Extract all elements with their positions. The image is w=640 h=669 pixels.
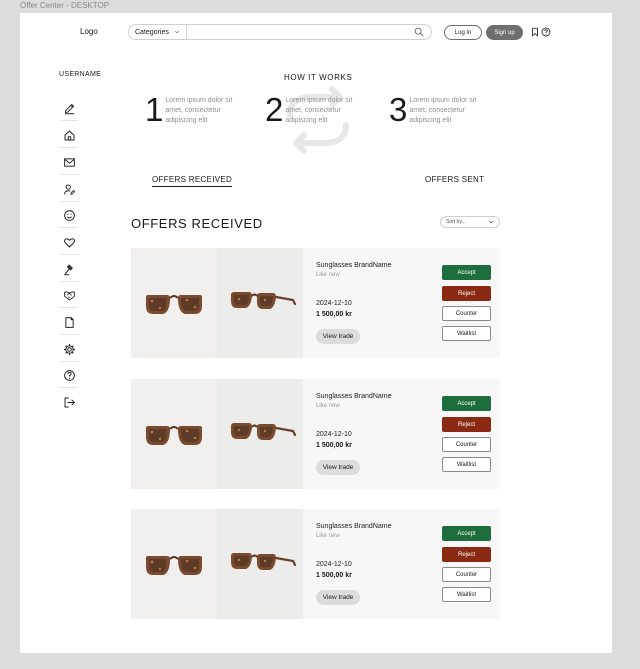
offer-price: 1 500,00 kr <box>316 572 352 579</box>
product-image-angle[interactable] <box>217 248 303 358</box>
waitlist-button[interactable]: Waitlist <box>442 326 491 341</box>
step-text: Lorem ipsum dolor sit amet, consectetur … <box>165 97 233 124</box>
user-edit-icon[interactable] <box>61 181 77 197</box>
reject-button[interactable]: Reject <box>442 417 491 432</box>
search-bar: Categories <box>128 24 432 40</box>
offer-card: Sunglasses BrandName Like new 2024-12-10… <box>131 379 500 489</box>
document-icon[interactable] <box>61 314 77 330</box>
reject-button[interactable]: Reject <box>442 286 491 301</box>
view-trade-button[interactable]: View trade <box>316 460 360 475</box>
step-text: Lorem ipsum dolor sit amet, consectetur … <box>409 97 477 124</box>
how-it-works-title: HOW IT WORKS <box>284 73 353 82</box>
product-brand[interactable]: Sunglasses BrandName <box>316 523 392 530</box>
heart-icon[interactable] <box>61 234 77 250</box>
help-icon[interactable] <box>61 367 77 383</box>
sort-dropdown[interactable]: Sort by... <box>440 216 500 228</box>
waitlist-button[interactable]: Waitlist <box>442 457 491 472</box>
waitlist-button[interactable]: Waitlist <box>442 587 491 602</box>
view-trade-button[interactable]: View trade <box>316 329 360 344</box>
product-brand[interactable]: Sunglasses BrandName <box>316 393 392 400</box>
handshake-icon[interactable] <box>61 287 77 303</box>
search-icon[interactable] <box>414 27 424 37</box>
reject-button[interactable]: Reject <box>442 547 491 562</box>
settings-icon[interactable] <box>61 341 77 357</box>
smile-icon[interactable] <box>61 207 77 223</box>
step-1: 1 Lorem ipsum dolor sit amet, consectetu… <box>145 93 247 127</box>
counter-button[interactable]: Counter <box>442 306 491 321</box>
offer-date: 2024-12-10 <box>316 561 352 568</box>
username[interactable]: USERNAME <box>59 71 101 78</box>
offer-price: 1 500,00 kr <box>316 311 352 318</box>
offer-date: 2024-12-10 <box>316 431 352 438</box>
product-condition: Like new <box>316 533 340 539</box>
offer-card: Sunglasses BrandName Like new 2024-12-10… <box>131 248 500 358</box>
login-button[interactable]: Log in <box>444 25 482 40</box>
product-condition: Like new <box>316 403 340 409</box>
view-trade-button[interactable]: View trade <box>316 590 360 605</box>
categories-label: Categories <box>135 28 169 36</box>
page-frame: Logo Categories Log in Sign up USERNAME … <box>20 13 612 653</box>
search-input[interactable] <box>187 25 414 39</box>
chevron-down-icon <box>488 220 494 224</box>
product-condition: Like new <box>316 272 340 278</box>
chevron-down-icon <box>174 30 180 34</box>
offer-card: Sunglasses BrandName Like new 2024-12-10… <box>131 509 500 619</box>
tab-offers-received[interactable]: OFFERS RECEIVED <box>152 175 233 187</box>
logout-icon[interactable] <box>61 394 77 410</box>
signup-button[interactable]: Sign up <box>486 25 523 40</box>
accept-button[interactable]: Accept <box>442 526 491 541</box>
offer-date: 2024-12-10 <box>316 300 352 307</box>
sort-label: Sort by... <box>446 219 466 225</box>
section-title: OFFERS RECEIVED <box>131 216 263 231</box>
product-image-angle[interactable] <box>217 379 303 489</box>
help-icon[interactable] <box>541 27 551 37</box>
edit-icon[interactable] <box>61 100 77 116</box>
frame-title: Offer Center - DESKTOP <box>20 1 110 10</box>
counter-button[interactable]: Counter <box>442 567 491 582</box>
logo[interactable]: Logo <box>80 27 98 36</box>
product-brand[interactable]: Sunglasses BrandName <box>316 262 392 269</box>
home-icon[interactable] <box>61 127 77 143</box>
product-image-angle[interactable] <box>217 509 303 619</box>
categories-dropdown[interactable]: Categories <box>129 25 187 39</box>
step-2: 2 Lorem ipsum dolor sit amet, consectetu… <box>265 93 367 127</box>
step-text: Lorem ipsum dolor sit amet, consectetur … <box>285 97 353 124</box>
step-number: 3 <box>389 91 408 128</box>
accept-button[interactable]: Accept <box>442 265 491 280</box>
product-image-front[interactable] <box>131 248 217 358</box>
bookmark-icon[interactable] <box>530 27 540 37</box>
offer-price: 1 500,00 kr <box>316 442 352 449</box>
product-image-front[interactable] <box>131 509 217 619</box>
gavel-icon[interactable] <box>61 261 77 277</box>
counter-button[interactable]: Counter <box>442 437 491 452</box>
step-number: 2 <box>265 91 284 128</box>
accept-button[interactable]: Accept <box>442 396 491 411</box>
mail-icon[interactable] <box>61 154 77 170</box>
step-3: 3 Lorem ipsum dolor sit amet, consectetu… <box>389 93 491 127</box>
tab-offers-sent[interactable]: OFFERS SENT <box>425 175 484 184</box>
product-image-front[interactable] <box>131 379 217 489</box>
step-number: 1 <box>145 91 164 128</box>
